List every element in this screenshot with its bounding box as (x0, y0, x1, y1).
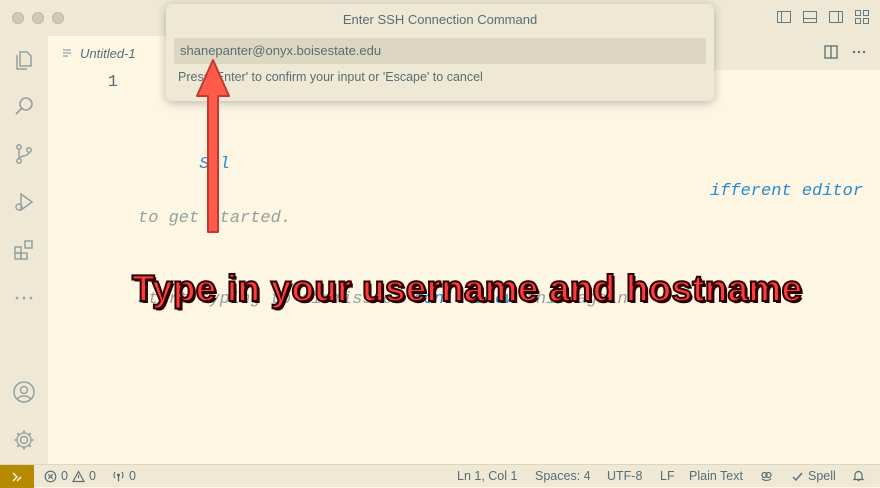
spell-check[interactable]: Spell (791, 469, 836, 483)
encoding[interactable]: UTF-8 (607, 469, 642, 483)
error-count: 0 (61, 469, 68, 483)
close-window-button[interactable] (12, 12, 24, 24)
ssh-command-input[interactable] (174, 38, 706, 64)
customize-layout-icon[interactable] (854, 9, 870, 25)
annotation-text: Type in your username and hostname (131, 267, 803, 310)
tab-untitled-1[interactable]: Untitled-1 (48, 36, 166, 70)
ellipsis-icon[interactable] (852, 45, 866, 59)
extensions-icon[interactable] (12, 238, 36, 262)
file-lines-icon (63, 49, 71, 57)
warning-count: 0 (88, 469, 96, 483)
error-icon (44, 470, 57, 482)
check-icon (792, 472, 803, 481)
language-mode[interactable]: Plain Text (689, 469, 743, 483)
copilot-status[interactable] (760, 469, 773, 482)
cursor-position[interactable]: Ln 1, Col 1 (457, 469, 517, 483)
tab-label: Untitled-1 (80, 45, 136, 61)
layout-controls (776, 9, 870, 25)
quick-input-widget: Enter SSH Connection Command Press 'Ente… (166, 4, 714, 101)
indentation[interactable]: Spaces: 4 (535, 469, 591, 483)
notifications[interactable] (852, 469, 865, 482)
spell-label: Spell (808, 469, 836, 483)
remote-indicator[interactable] (0, 465, 34, 488)
run-debug-icon[interactable] (12, 190, 36, 214)
line-number: 1 (107, 73, 118, 92)
zoom-window-button[interactable] (52, 12, 64, 24)
account-icon[interactable] (12, 380, 36, 404)
minimize-window-button[interactable] (32, 12, 44, 24)
editor-hint: Sel ifferent editor to get started. Star… (138, 70, 878, 367)
tab-actions (824, 45, 866, 59)
problems-indicator[interactable]: 0 0 (44, 469, 96, 483)
end-of-line[interactable]: LF (660, 469, 675, 483)
more-icon[interactable] (12, 286, 36, 310)
activity-bar (0, 36, 48, 464)
remote-icon (12, 472, 22, 481)
editor-area[interactable]: 1 Sel ifferent editor to get started. St… (48, 70, 880, 464)
toggle-sidebar-icon[interactable] (776, 9, 792, 25)
hint-line2: to get started. (138, 209, 292, 228)
warning-icon (71, 469, 85, 482)
bell-icon (852, 470, 865, 482)
split-editor-icon[interactable] (824, 45, 838, 59)
toggle-panel-icon[interactable] (802, 9, 818, 25)
ports-icon (113, 471, 124, 481)
annotation-arrow (196, 59, 230, 233)
search-icon[interactable] (12, 94, 36, 118)
copilot-icon (761, 471, 772, 481)
ports-count: 0 (129, 469, 136, 483)
quick-input-title: Enter SSH Connection Command (342, 12, 538, 27)
files-icon[interactable] (12, 48, 36, 72)
status-bar: 0 0 0 Ln 1, Col 1 Spaces: 4 UTF-8 LF Pla… (0, 464, 880, 488)
ports-indicator[interactable]: 0 (112, 469, 136, 483)
source-control-icon[interactable] (12, 142, 36, 166)
toggle-secondary-sidebar-icon[interactable] (828, 9, 844, 25)
hint-line1-end[interactable]: ifferent editor (710, 178, 863, 205)
settings-gear-icon[interactable] (12, 428, 36, 452)
